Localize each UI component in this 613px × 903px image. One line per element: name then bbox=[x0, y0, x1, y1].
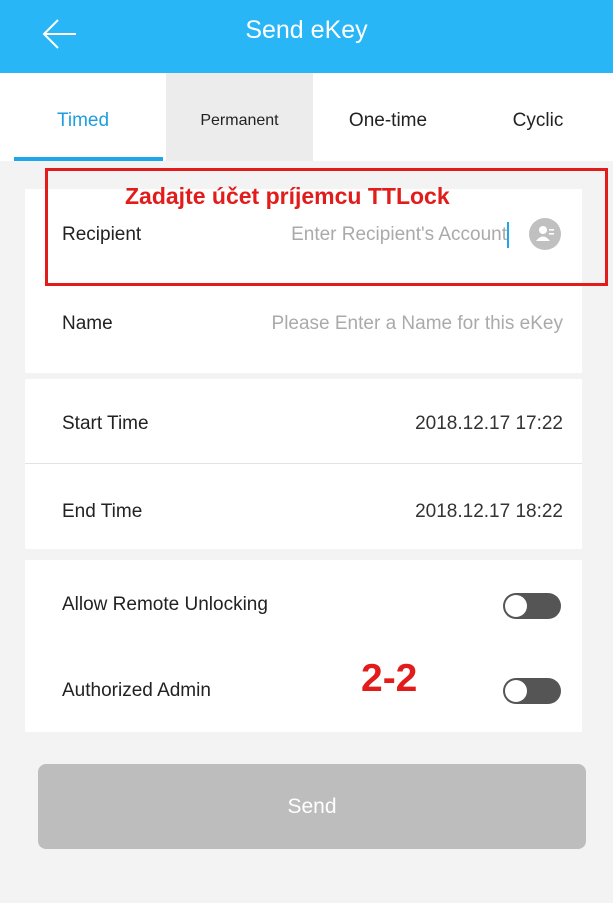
annotation-step-number: 2-2 bbox=[361, 657, 418, 700]
tab-bar: Timed Permanent One-time Cyclic bbox=[0, 73, 613, 161]
toggle-knob bbox=[505, 595, 527, 617]
options-card: Allow Remote Unlocking Authorized Admin bbox=[25, 560, 582, 732]
tab-one-time[interactable]: One-time bbox=[313, 73, 463, 161]
toggle-knob bbox=[505, 680, 527, 702]
divider bbox=[25, 463, 582, 464]
remote-unlock-toggle[interactable] bbox=[503, 593, 561, 619]
annotation-text: Zadajte účet príjemcu TTLock bbox=[125, 183, 450, 209]
send-button[interactable]: Send bbox=[38, 764, 586, 849]
authorized-admin-label: Authorized Admin bbox=[62, 680, 211, 701]
authorized-admin-toggle[interactable] bbox=[503, 678, 561, 704]
start-time-value[interactable]: 2018.12.17 17:22 bbox=[415, 413, 563, 435]
end-time-value[interactable]: 2018.12.17 18:22 bbox=[415, 501, 563, 523]
tab-timed[interactable]: Timed bbox=[0, 73, 166, 161]
tab-cyclic[interactable]: Cyclic bbox=[463, 73, 613, 161]
remote-unlock-label: Allow Remote Unlocking bbox=[62, 594, 268, 615]
name-label: Name bbox=[62, 313, 113, 334]
start-time-label: Start Time bbox=[62, 413, 149, 434]
time-card: Start Time 2018.12.17 17:22 End Time 201… bbox=[25, 379, 582, 549]
active-tab-indicator bbox=[14, 157, 163, 161]
app-header: Send eKey bbox=[0, 0, 613, 73]
name-input[interactable]: Please Enter a Name for this eKey bbox=[272, 313, 563, 335]
page-title: Send eKey bbox=[245, 16, 368, 44]
end-time-label: End Time bbox=[62, 501, 143, 522]
tab-permanent[interactable]: Permanent bbox=[166, 73, 313, 161]
